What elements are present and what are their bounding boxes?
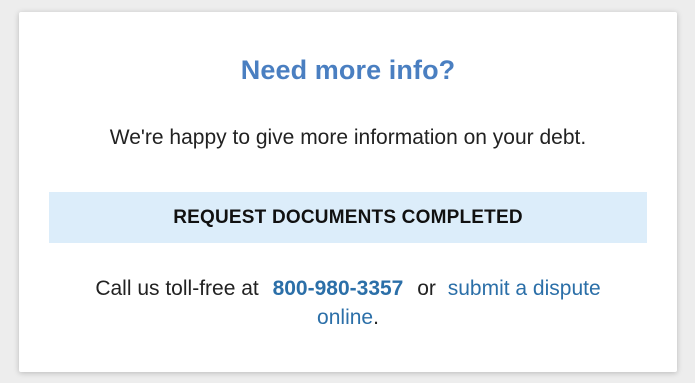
dispute-link-line1[interactable]: submit a dispute xyxy=(448,277,601,300)
dispute-link-line2[interactable]: online xyxy=(317,306,373,329)
info-card: Need more info? We're happy to give more… xyxy=(19,12,677,372)
contact-line: Call us toll-free at 800-980-3357 or sub… xyxy=(19,274,677,332)
card-subtitle: We're happy to give more information on … xyxy=(109,126,587,149)
status-text: REQUEST DOCUMENTS COMPLETED xyxy=(173,206,523,228)
phone-link[interactable]: 800-980-3357 xyxy=(273,277,404,300)
contact-suffix: . xyxy=(373,306,379,329)
card-title: Need more info? xyxy=(240,55,456,85)
contact-or: or xyxy=(417,277,436,300)
contact-prefix: Call us toll-free at xyxy=(95,277,259,300)
status-banner: REQUEST DOCUMENTS COMPLETED xyxy=(49,192,647,243)
